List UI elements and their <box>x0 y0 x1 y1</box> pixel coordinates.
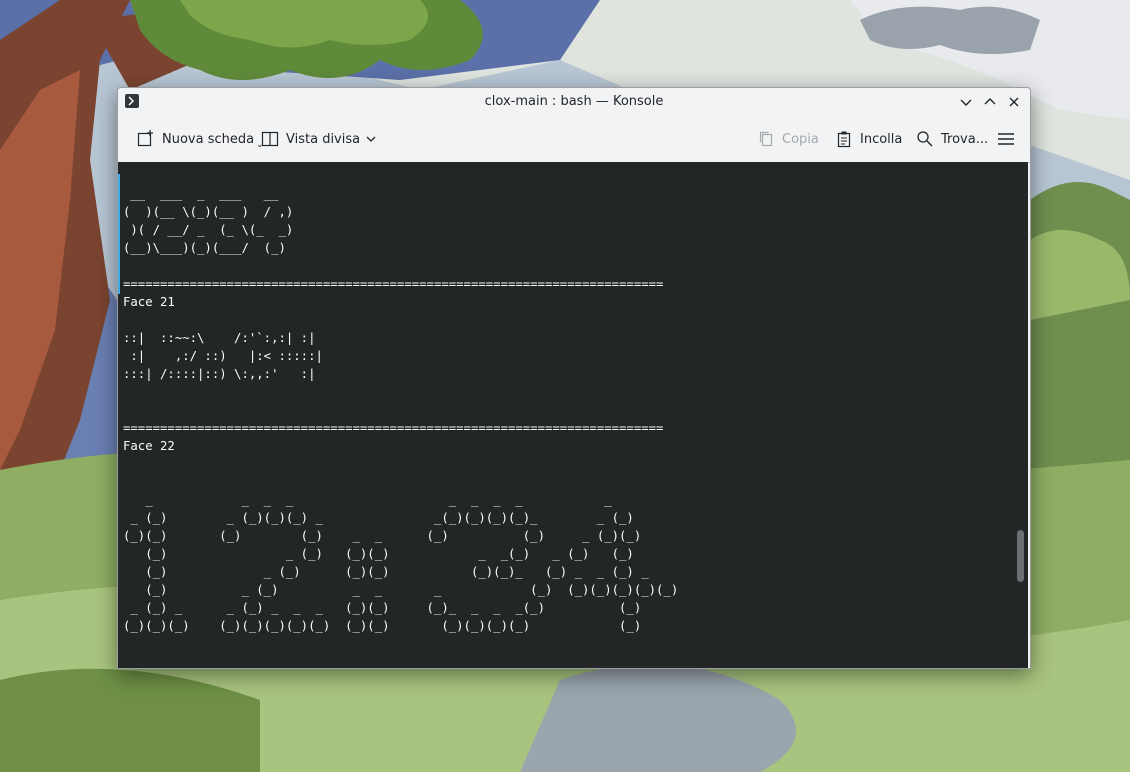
terminal-scrollbar[interactable] <box>1017 530 1024 582</box>
split-view-icon <box>260 129 280 149</box>
focus-indicator <box>118 174 120 294</box>
chevron-down-icon <box>960 99 972 106</box>
maximize-button[interactable] <box>980 92 1000 112</box>
chevron-up-icon <box>984 98 996 105</box>
paste-label: Incolla <box>860 131 903 147</box>
terminal-view[interactable]: __ ___ _ ___ __ ( )(__ \(_)(__ ) / ,) )(… <box>118 162 1028 668</box>
search-icon <box>915 129 935 149</box>
find-button[interactable]: Trova... <box>915 126 988 152</box>
close-button[interactable] <box>1004 92 1024 112</box>
split-view-label: Vista divisa <box>286 131 361 147</box>
terminal-output: __ ___ _ ___ __ ( )(__ \(_)(__ ) / ,) )(… <box>123 187 679 633</box>
paste-button[interactable]: Incolla <box>834 126 902 152</box>
konsole-window: clox-main : bash — Konsole Nuova scheda … <box>117 87 1031 669</box>
paste-icon <box>834 129 854 149</box>
minimize-button[interactable] <box>956 92 976 112</box>
title-bar[interactable]: clox-main : bash — Konsole <box>118 88 1030 116</box>
main-toolbar: Nuova scheda ⌄ Vista divisa Copia Incoll… <box>118 116 1030 163</box>
chevron-down-icon <box>364 129 378 149</box>
new-tab-button[interactable]: Nuova scheda ⌄ <box>136 126 264 152</box>
window-title: clox-main : bash — Konsole <box>484 94 664 109</box>
copy-button[interactable]: Copia <box>756 126 819 152</box>
hamburger-menu-button[interactable] <box>996 126 1022 152</box>
hamburger-menu-icon <box>996 129 1016 149</box>
new-tab-icon <box>136 129 156 149</box>
find-label: Trova... <box>941 131 989 147</box>
copy-icon <box>756 129 776 149</box>
split-view-button[interactable]: Vista divisa <box>260 126 378 152</box>
close-icon <box>1009 97 1019 107</box>
new-tab-label: Nuova scheda <box>162 131 255 147</box>
copy-label: Copia <box>782 131 819 147</box>
